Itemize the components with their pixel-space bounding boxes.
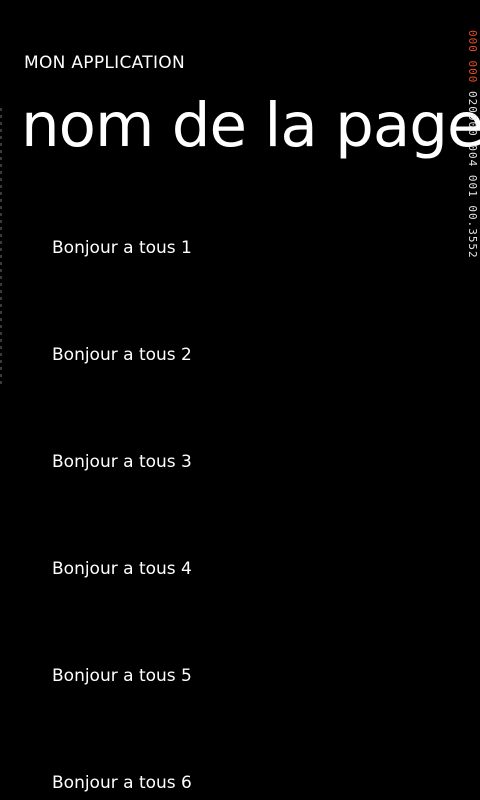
list-item[interactable]: Bonjour a tous 6: [52, 768, 192, 798]
frame-rate-counter-red: 000 000: [466, 30, 479, 84]
frame-rate-counter-text: 000 000 020000 004 001 00.3552: [466, 30, 479, 259]
page-title: nom de la page: [21, 90, 480, 161]
frame-rate-counter-white: 020000 004 001 00.3552: [466, 90, 479, 259]
list-item[interactable]: Bonjour a tous 1: [52, 233, 192, 263]
list-item[interactable]: Bonjour a tous 2: [52, 340, 192, 370]
left-edge-marks: [0, 108, 2, 388]
frame-rate-counters: 000 000 020000 004 001 00.3552: [465, 30, 479, 390]
list-item[interactable]: Bonjour a tous 3: [52, 447, 192, 477]
list-item[interactable]: Bonjour a tous 5: [52, 661, 192, 691]
list-item[interactable]: Bonjour a tous 4: [52, 554, 192, 584]
app-title: MON APPLICATION: [24, 53, 185, 73]
